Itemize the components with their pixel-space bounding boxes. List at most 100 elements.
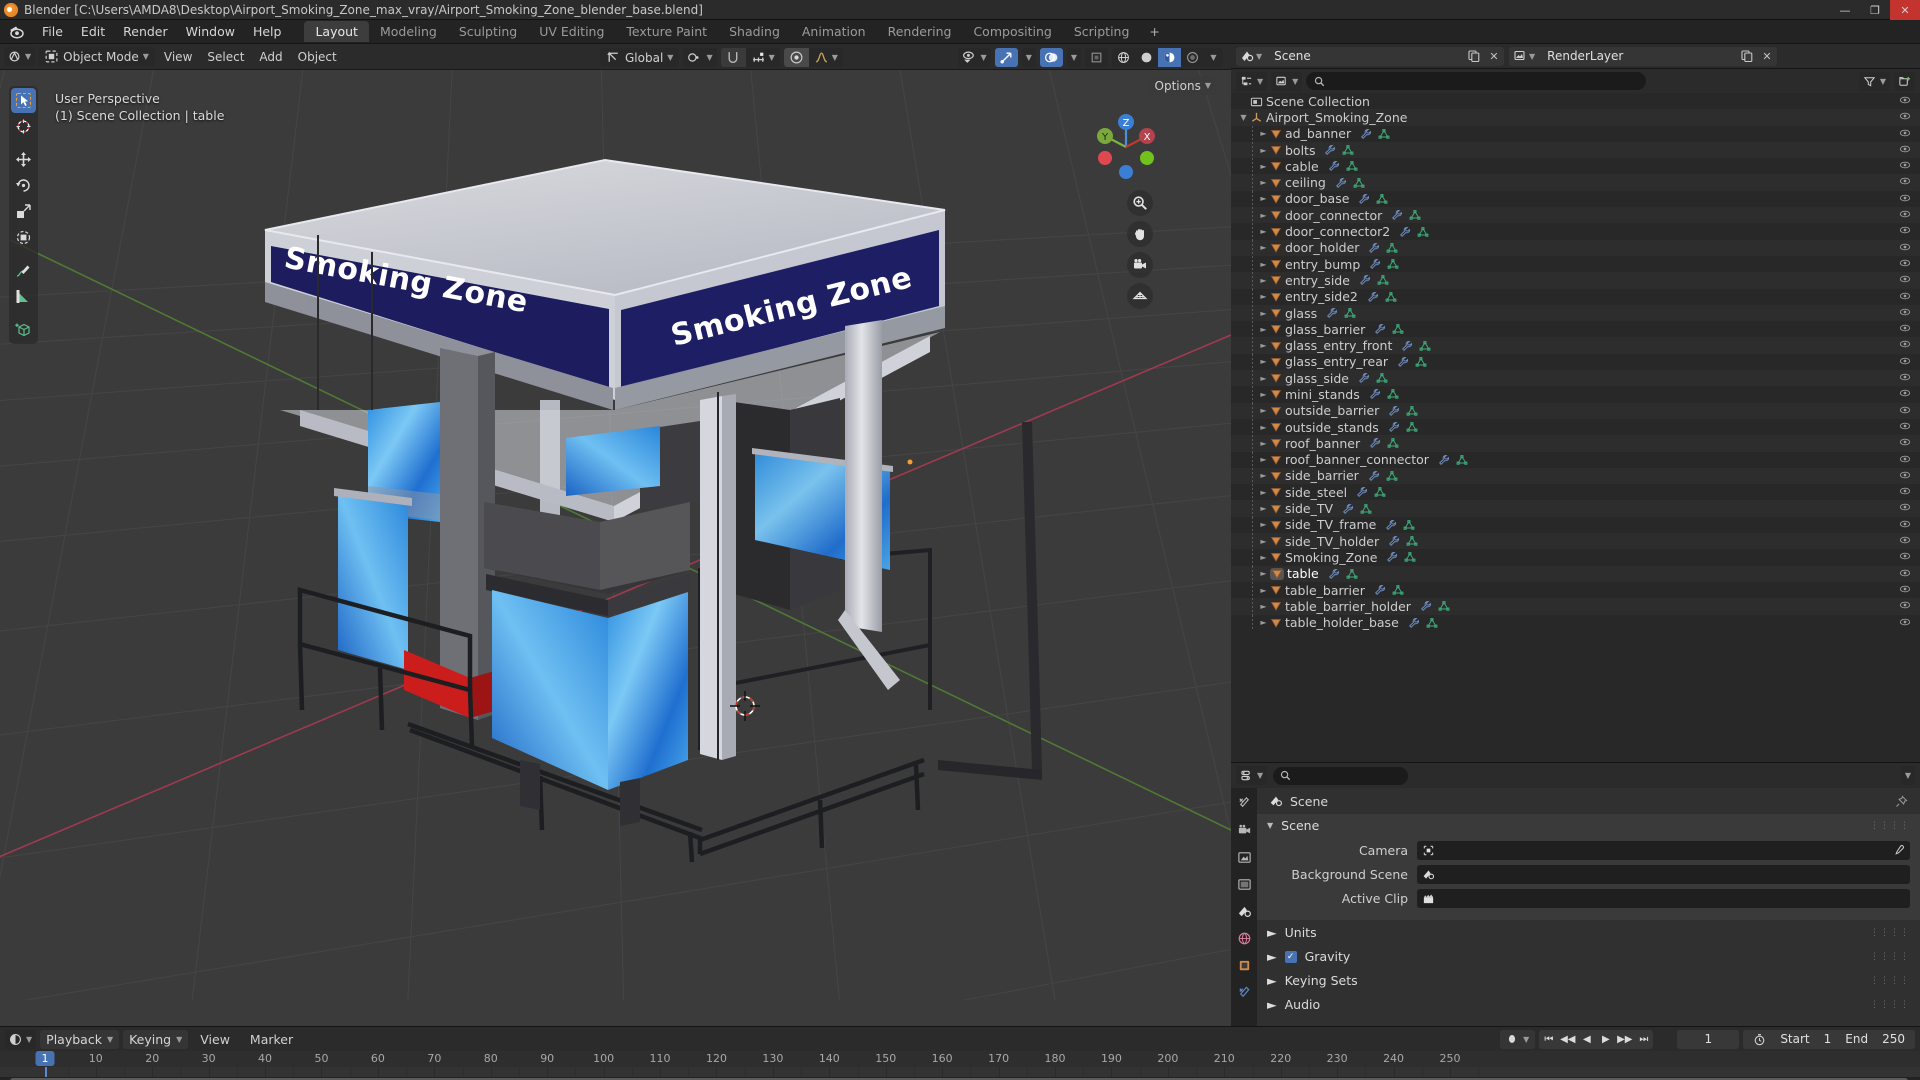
gravity-checkbox[interactable]: ✓	[1285, 951, 1297, 963]
hide-in-viewport-icon[interactable]	[1899, 273, 1911, 285]
disclosure-triangle[interactable]: ►	[1257, 276, 1270, 285]
outliner-row-scene-collection[interactable]: Scene Collection	[1231, 93, 1920, 109]
menu-render[interactable]: Render	[114, 22, 177, 41]
mesh-data-icon[interactable]	[1385, 291, 1397, 303]
hide-in-viewport-icon[interactable]	[1899, 208, 1911, 220]
navigation-gizmo[interactable]: Z Y X	[1087, 108, 1165, 186]
properties-options-dropdown[interactable]: ▼	[1901, 766, 1915, 785]
hide-in-viewport-icon[interactable]	[1899, 306, 1911, 318]
hide-in-viewport-icon[interactable]	[1899, 338, 1911, 350]
hide-in-viewport-icon[interactable]	[1899, 534, 1911, 546]
mesh-data-icon[interactable]	[1353, 177, 1365, 189]
editor-type-button[interactable]: ▼	[4, 47, 35, 66]
outliner-row-side_steel[interactable]: ►side_steel	[1231, 484, 1920, 500]
pin-icon[interactable]	[1895, 795, 1908, 808]
outliner-row-glass_side[interactable]: ►glass_side	[1231, 370, 1920, 386]
disclosure-triangle[interactable]: ►	[1257, 374, 1270, 383]
proportional-edit-toggle[interactable]	[784, 48, 809, 67]
mesh-data-icon[interactable]	[1438, 600, 1450, 612]
modifier-icon[interactable]	[1408, 617, 1420, 629]
mesh-data-icon[interactable]	[1386, 470, 1398, 482]
outliner-row-ad_banner[interactable]: ►ad_banner	[1231, 126, 1920, 142]
maximize-button[interactable]: ❐	[1860, 0, 1890, 20]
cursor-tool[interactable]	[11, 114, 36, 139]
disclosure-triangle[interactable]: ►	[1257, 146, 1270, 155]
mesh-data-icon[interactable]	[1392, 323, 1404, 335]
outliner-row-side_barrier[interactable]: ►side_barrier	[1231, 468, 1920, 484]
playhead-line[interactable]	[45, 1067, 47, 1077]
tab-modifier-icon[interactable]	[1234, 983, 1254, 1001]
modifier-icon[interactable]	[1368, 242, 1380, 254]
move-tool[interactable]	[11, 147, 36, 172]
mesh-data-icon[interactable]	[1387, 388, 1399, 400]
modifier-icon[interactable]	[1397, 356, 1409, 368]
mesh-data-icon[interactable]	[1409, 209, 1421, 221]
hide-in-viewport-icon[interactable]	[1899, 550, 1911, 562]
show-overlays-toggle[interactable]	[1040, 48, 1063, 67]
properties-editor-type-button[interactable]: ▼	[1236, 766, 1267, 785]
disclosure-triangle[interactable]: ►	[1257, 243, 1270, 252]
units-grip[interactable]: ⋮⋮⋮⋮	[1870, 928, 1910, 938]
wireframe-shading-button[interactable]	[1112, 48, 1135, 67]
modifier-icon[interactable]	[1324, 144, 1336, 156]
tab-rendering[interactable]: Rendering	[877, 21, 963, 42]
transform-orientation-selector[interactable]: Global ▼	[600, 48, 679, 67]
view-layer-selector[interactable]: ▼ RenderLayer ✕	[1509, 47, 1777, 66]
disclosure-triangle[interactable]: ►	[1257, 455, 1270, 464]
mesh-data-icon[interactable]	[1376, 372, 1388, 384]
hide-in-viewport-icon[interactable]	[1899, 94, 1911, 106]
hide-in-viewport-icon[interactable]	[1899, 192, 1911, 204]
modifier-icon[interactable]	[1358, 372, 1370, 384]
tab-render-icon[interactable]	[1234, 821, 1254, 839]
tab-sculpting[interactable]: Sculpting	[448, 21, 528, 42]
timeline-track[interactable]	[0, 1067, 1920, 1077]
modifier-icon[interactable]	[1386, 551, 1398, 563]
mesh-data-icon[interactable]	[1346, 160, 1358, 172]
hide-in-viewport-icon[interactable]	[1899, 436, 1911, 448]
remove-view-layer-icon[interactable]: ✕	[1757, 47, 1777, 66]
hide-in-viewport-icon[interactable]	[1899, 518, 1911, 530]
mesh-data-icon[interactable]	[1360, 503, 1372, 515]
outliner-display-mode-button[interactable]: ▼	[1271, 72, 1302, 91]
mesh-data-icon[interactable]	[1404, 551, 1416, 563]
outliner-row-table[interactable]: ►table	[1231, 566, 1920, 582]
modifier-icon[interactable]	[1328, 568, 1340, 580]
outliner-row-cable[interactable]: ►cable	[1231, 158, 1920, 174]
outliner-row-entry_side2[interactable]: ►entry_side2	[1231, 289, 1920, 305]
mesh-data-icon[interactable]	[1426, 617, 1438, 629]
hide-in-viewport-icon[interactable]	[1899, 290, 1911, 302]
mesh-data-icon[interactable]	[1344, 307, 1356, 319]
disclosure-triangle[interactable]: ►	[1257, 227, 1270, 236]
modifier-icon[interactable]	[1420, 600, 1432, 612]
next-keyframe-button[interactable]: ▶▶	[1615, 1030, 1634, 1049]
hide-in-viewport-icon[interactable]	[1899, 371, 1911, 383]
auto-keying-toggle[interactable]: ▼	[1500, 1030, 1535, 1049]
snap-settings-button[interactable]: ▼	[746, 48, 780, 67]
hide-in-viewport-icon[interactable]	[1899, 143, 1911, 155]
properties-tab-column[interactable]	[1231, 788, 1257, 1026]
modifier-icon[interactable]	[1358, 193, 1370, 205]
eyedropper-icon[interactable]	[1892, 844, 1905, 857]
outliner-row-side_tv_frame[interactable]: ►side_TV_frame	[1231, 517, 1920, 533]
hide-in-viewport-icon[interactable]	[1899, 485, 1911, 497]
add-workspace-button[interactable]: +	[1140, 21, 1168, 42]
window-controls[interactable]: — ❐ ✕	[1830, 0, 1920, 20]
hide-in-viewport-icon[interactable]	[1899, 469, 1911, 481]
panel-header-gravity[interactable]: ► ✓ Gravity ⋮⋮⋮⋮	[1257, 944, 1920, 968]
outliner-row-side_tv_holder[interactable]: ►side_TV_holder	[1231, 533, 1920, 549]
outliner-filter-button[interactable]: ▼	[1859, 72, 1890, 91]
tab-animation[interactable]: Animation	[791, 21, 877, 42]
background-scene-field[interactable]	[1417, 865, 1910, 884]
close-button[interactable]: ✕	[1890, 0, 1920, 20]
use-preview-range-icon[interactable]	[1753, 1033, 1766, 1046]
mesh-data-icon[interactable]	[1346, 568, 1358, 580]
3d-viewport[interactable]: Smoking Zone Smoking Zone	[0, 70, 1231, 1026]
tab-shading[interactable]: Shading	[718, 21, 791, 42]
viewport-menu-view[interactable]: View	[158, 47, 198, 66]
hide-in-viewport-icon[interactable]	[1899, 175, 1911, 187]
outliner-row-table_holder_base[interactable]: ►table_holder_base	[1231, 615, 1920, 631]
tab-scripting[interactable]: Scripting	[1063, 21, 1141, 42]
modifier-icon[interactable]	[1328, 160, 1340, 172]
blender-menu-logo-icon[interactable]	[8, 23, 25, 40]
tab-output-icon[interactable]	[1234, 848, 1254, 866]
